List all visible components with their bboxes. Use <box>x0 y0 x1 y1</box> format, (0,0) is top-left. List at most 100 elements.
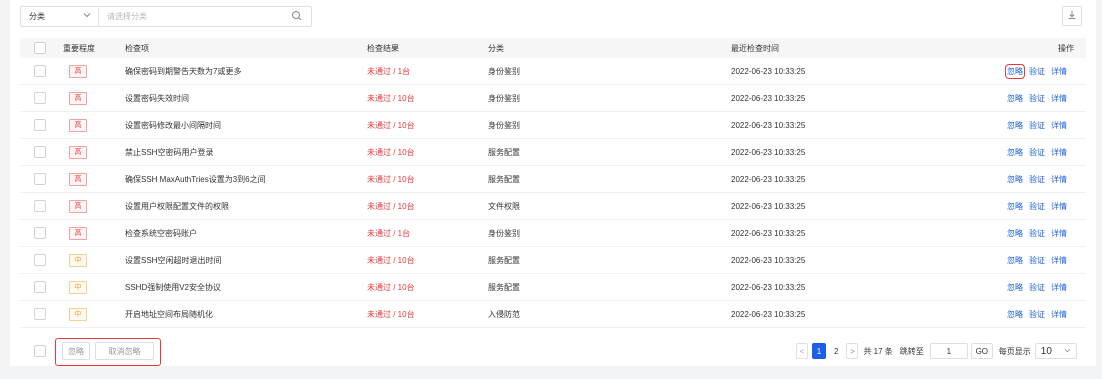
verify-link[interactable]: 验证 <box>1029 147 1045 158</box>
download-button[interactable] <box>1062 6 1082 26</box>
search-icon[interactable] <box>291 10 303 22</box>
detail-link[interactable]: 详情 <box>1051 282 1067 293</box>
verify-link[interactable]: 验证 <box>1029 93 1045 104</box>
category-search-input[interactable]: 请选择分类 <box>99 7 311 26</box>
table-row: 高 确保密码到期警告天数为7或更多 未通过 / 1台 身份鉴别 2022-06-23 1… <box>20 58 1086 85</box>
category-cell: 身份鉴别 <box>488 228 520 238</box>
table-row: 中 设置SSH空闲超时退出时间 未通过 / 10台 服务配置 2022-06-23 10… <box>20 247 1086 274</box>
row-actions: 忽略 验证 详情 <box>1007 193 1067 219</box>
next-page-button[interactable]: > <box>846 343 859 359</box>
check-result: 未通过 / 10台 <box>367 120 415 130</box>
category-select[interactable]: 分类 <box>21 7 99 26</box>
verify-link[interactable]: 验证 <box>1029 174 1045 185</box>
detail-link[interactable]: 详情 <box>1051 228 1067 239</box>
detail-link[interactable]: 详情 <box>1051 201 1067 212</box>
importance-tag: 中 <box>69 253 87 267</box>
verify-link[interactable]: 验证 <box>1029 120 1045 131</box>
detail-link[interactable]: 详情 <box>1051 93 1067 104</box>
importance-tag: 高 <box>69 64 87 78</box>
ignore-link[interactable]: 忽略 <box>1007 309 1023 320</box>
category-cell: 身份鉴别 <box>488 120 520 130</box>
check-result: 未通过 / 10台 <box>367 255 415 265</box>
row-checkbox[interactable] <box>34 254 46 266</box>
row-checkbox[interactable] <box>34 308 46 320</box>
last-check-time: 2022-06-23 10:33:25 <box>731 66 806 76</box>
total-count: 共 17 条 <box>863 346 893 356</box>
category-cell: 服务配置 <box>488 174 520 184</box>
table-row: 高 设置用户权限配置文件的权限 未通过 / 10台 文件权限 2022-06-23 10… <box>20 193 1086 220</box>
verify-link[interactable]: 验证 <box>1029 309 1045 320</box>
check-result: 未通过 / 10台 <box>367 309 415 319</box>
row-checkbox[interactable] <box>34 119 46 131</box>
prev-page-button[interactable]: < <box>796 343 808 359</box>
check-item: 设置密码失效时间 <box>125 93 189 103</box>
verify-link[interactable]: 验证 <box>1029 201 1045 212</box>
page-1-button[interactable]: 1 <box>812 343 826 359</box>
header-category: 分类 <box>488 43 504 53</box>
check-item: 开启地址空间布局随机化 <box>125 309 213 319</box>
verify-link[interactable]: 验证 <box>1029 228 1045 239</box>
importance-tag: 中 <box>69 307 87 321</box>
ignore-link[interactable]: 忽略 <box>1007 255 1023 266</box>
footer-select-all-checkbox[interactable] <box>34 345 46 357</box>
ignore-link[interactable]: 忽略 <box>1007 120 1023 131</box>
header-importance: 重要程度 <box>63 43 95 53</box>
per-page-select[interactable]: 10 <box>1034 343 1077 359</box>
batch-unignore-button[interactable]: 取消忽略 <box>95 342 154 360</box>
last-check-time: 2022-06-23 10:33:25 <box>731 174 806 184</box>
batch-ignore-button[interactable]: 忽略 <box>62 342 90 360</box>
row-checkbox[interactable] <box>34 65 46 77</box>
ignore-link[interactable]: 忽略 <box>1007 228 1023 239</box>
table-row: 高 设置密码修改最小间隔时间 未通过 / 10台 身份鉴别 2022-06-23 10:… <box>20 112 1086 139</box>
last-check-time: 2022-06-23 10:33:25 <box>731 147 806 157</box>
detail-link[interactable]: 详情 <box>1051 255 1067 266</box>
row-checkbox[interactable] <box>34 200 46 212</box>
row-checkbox[interactable] <box>34 227 46 239</box>
importance-tag: 高 <box>69 118 87 132</box>
verify-link[interactable]: 验证 <box>1029 66 1045 77</box>
importance-cell: 中 <box>69 247 87 273</box>
row-checkbox[interactable] <box>34 146 46 158</box>
importance-cell: 高 <box>69 193 87 219</box>
category-cell: 服务配置 <box>488 147 520 157</box>
detail-link[interactable]: 详情 <box>1051 147 1067 158</box>
header-time: 最近检查时间 <box>731 43 779 53</box>
jump-page-input[interactable]: 1 <box>929 343 968 359</box>
last-check-time: 2022-06-23 10:33:25 <box>731 201 806 211</box>
importance-tag: 高 <box>69 199 87 213</box>
verify-link[interactable]: 验证 <box>1029 282 1045 293</box>
category-cell: 服务配置 <box>488 255 520 265</box>
detail-link[interactable]: 详情 <box>1051 66 1067 77</box>
verify-link[interactable]: 验证 <box>1029 255 1045 266</box>
detail-link[interactable]: 详情 <box>1051 309 1067 320</box>
row-checkbox[interactable] <box>34 92 46 104</box>
row-actions: 忽略 验证 详情 <box>1007 166 1067 192</box>
per-page-value: 10 <box>1040 345 1052 357</box>
ignore-link[interactable]: 忽略 <box>1007 93 1023 104</box>
detail-link[interactable]: 详情 <box>1051 120 1067 131</box>
importance-cell: 高 <box>69 85 87 111</box>
chevron-down-icon <box>1064 346 1071 357</box>
ignore-link[interactable]: 忽略 <box>1007 201 1023 212</box>
check-result: 未通过 / 10台 <box>367 93 415 103</box>
select-all-checkbox[interactable] <box>34 42 46 54</box>
category-select-label: 分类 <box>29 12 45 21</box>
page-2-button[interactable]: 2 <box>834 347 838 356</box>
check-item: 确保SSH MaxAuthTries设置为3到6之间 <box>125 174 266 184</box>
row-checkbox[interactable] <box>34 281 46 293</box>
ignore-link[interactable]: 忽略 <box>1007 282 1023 293</box>
ignore-link[interactable]: 忽略 <box>1007 174 1023 185</box>
row-actions: 忽略 验证 详情 <box>1007 274 1067 300</box>
row-checkbox[interactable] <box>34 173 46 185</box>
importance-tag: 中 <box>69 280 87 294</box>
table-header: 重要程度 检查项 检查结果 分类 最近检查时间 操作 <box>20 38 1086 58</box>
importance-tag: 高 <box>69 91 87 105</box>
table-row: 高 确保SSH MaxAuthTries设置为3到6之间 未通过 / 10台 服务配置… <box>20 166 1086 193</box>
row-actions: 忽略 验证 详情 <box>1007 220 1067 246</box>
detail-link[interactable]: 详情 <box>1051 174 1067 185</box>
ignore-link[interactable]: 忽略 <box>1007 147 1023 158</box>
table-footer: 忽略 取消忽略 < 1 2 > 共 17 条 跳转至 1 GO 每页显示 10 <box>20 336 1086 366</box>
ignore-link[interactable]: 忽略 <box>1005 63 1025 79</box>
go-button[interactable]: GO <box>970 343 993 359</box>
last-check-time: 2022-06-23 10:33:25 <box>731 282 806 292</box>
